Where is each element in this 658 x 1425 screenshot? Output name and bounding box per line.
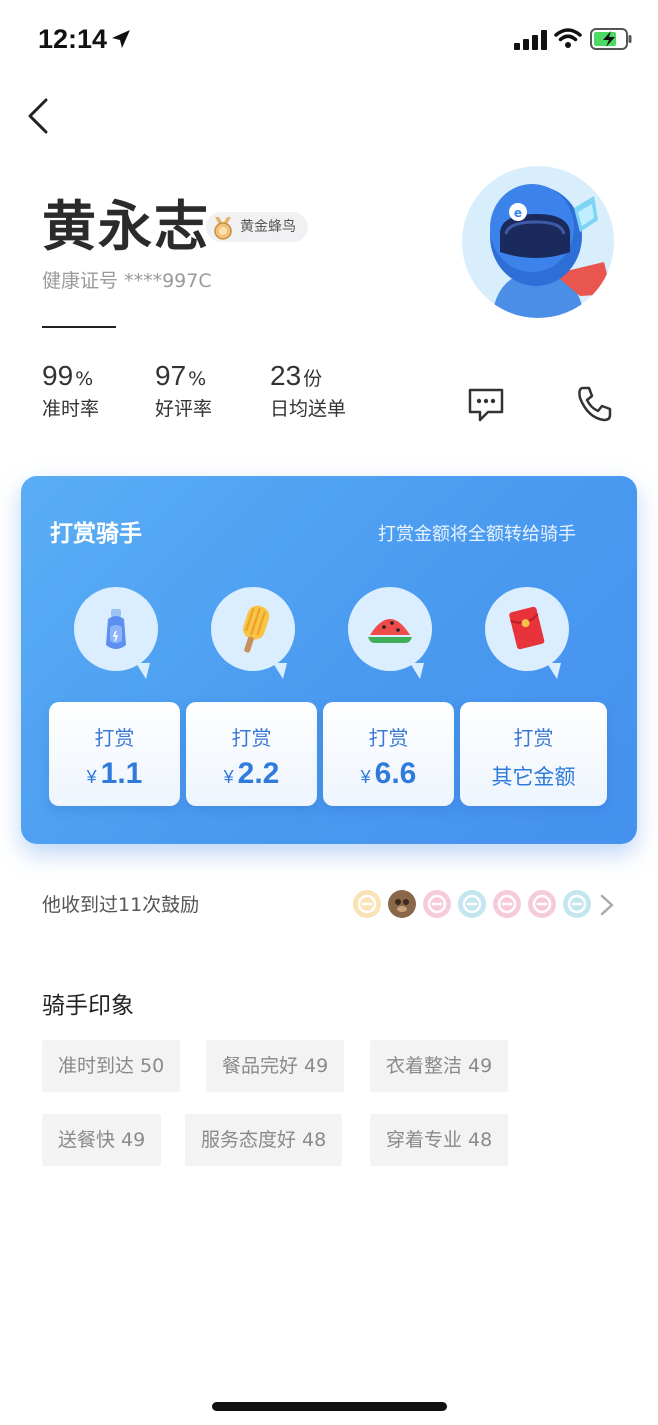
tip-amount: 6.6 <box>374 757 417 790</box>
level-badge: 黄金蜂鸟 <box>206 212 308 242</box>
stat-label: 日均送单 <box>270 398 347 420</box>
chevron-right-icon[interactable] <box>598 892 616 918</box>
signal-icon <box>514 30 547 50</box>
tip-amount: 1.1 <box>100 757 143 790</box>
status-time: 12:14 <box>38 24 108 54</box>
stat-unit: % <box>75 368 94 390</box>
tip-button-label: 打赏 <box>513 726 554 750</box>
impression-tag: 准时到达 50 <box>42 1040 181 1092</box>
badge-label: 黄金蜂鸟 <box>240 219 296 235</box>
battery-charging-icon <box>590 28 632 50</box>
health-id: ****997C <box>124 270 212 292</box>
wifi-icon <box>554 28 582 48</box>
tip-button-other-amount[interactable]: 打赏 其它金额 <box>460 702 607 806</box>
impressions-title: 骑手印象 <box>42 993 134 1019</box>
impression-tag: 送餐快 49 <box>42 1114 162 1166</box>
supporter-avatar <box>458 890 486 918</box>
stat-daily-orders: 23 份 日均送单 <box>270 360 346 421</box>
water-bottle-icon <box>106 609 126 649</box>
location-arrow-icon <box>112 30 130 48</box>
supporter-avatar <box>493 890 521 918</box>
red-envelope-icon <box>509 606 545 650</box>
phone-icon[interactable] <box>574 384 614 424</box>
encouragement-count[interactable]: 他收到过11次鼓励 <box>42 890 199 917</box>
tip-button-2-2[interactable]: 打赏 ¥2.2 <box>186 702 317 806</box>
other-amount-label: 其它金额 <box>491 765 576 789</box>
gift-bubble <box>211 587 295 679</box>
currency-symbol: ¥ <box>223 767 234 787</box>
stat-good-rating: 97% 好评率 <box>155 360 212 421</box>
stat-label: 好评率 <box>155 398 213 420</box>
impression-tag: 穿着专业 48 <box>370 1114 509 1166</box>
impression-tag: 服务态度好 48 <box>185 1114 343 1166</box>
medal-icon <box>214 217 232 240</box>
tip-button-1-1[interactable]: 打赏 ¥1.1 <box>49 702 180 806</box>
back-chevron-icon[interactable] <box>22 96 58 136</box>
supporter-avatar <box>423 890 451 918</box>
supporter-avatar <box>528 890 556 918</box>
message-icon[interactable] <box>466 384 506 424</box>
impression-tag: 衣着整洁 49 <box>370 1040 509 1092</box>
divider <box>42 326 116 328</box>
stat-value: 97 <box>155 360 187 391</box>
tip-button-label: 打赏 <box>368 726 409 750</box>
tip-note: 打赏金额将全额转给骑手 <box>378 524 576 545</box>
svg-text:e: e <box>514 206 522 220</box>
popsicle-icon <box>243 605 270 653</box>
tip-button-6-6[interactable]: 打赏 ¥6.6 <box>323 702 454 806</box>
gift-bubble <box>74 587 158 679</box>
supporter-avatar <box>353 890 381 918</box>
home-indicator <box>212 1402 447 1411</box>
tip-amount: 2.2 <box>237 757 280 790</box>
tip-button-label: 打赏 <box>231 726 272 750</box>
tip-button-label: 打赏 <box>94 726 135 750</box>
currency-symbol: ¥ <box>86 767 97 787</box>
supporter-avatar <box>388 890 416 918</box>
health-label: 健康证号 <box>42 270 119 292</box>
stat-value: 23 <box>270 360 302 391</box>
helmet-rider-icon: e <box>490 184 612 318</box>
impression-tag: 餐品完好 49 <box>206 1040 345 1092</box>
supporter-avatar <box>563 890 591 918</box>
rider-name: 黄永志 <box>42 195 210 258</box>
rider-avatar: e <box>462 166 614 318</box>
stat-unit: 份 <box>303 368 323 390</box>
gift-bubble <box>348 587 432 679</box>
currency-symbol: ¥ <box>360 767 371 787</box>
stat-on-time: 99% 准时率 <box>42 360 99 421</box>
stat-label: 准时率 <box>42 398 100 420</box>
gift-bubble <box>485 587 569 679</box>
tip-title: 打赏骑手 <box>50 521 142 547</box>
health-certificate: 健康证号 ****997C <box>42 266 212 293</box>
stat-value: 99 <box>42 360 74 391</box>
watermelon-icon <box>368 619 412 643</box>
stat-unit: % <box>188 368 207 390</box>
